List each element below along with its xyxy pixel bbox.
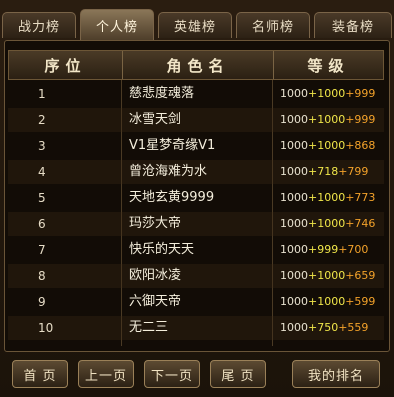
level-extra: +773 — [345, 191, 376, 204]
level-base: 1000 — [280, 191, 308, 204]
rank-cell: 7 — [38, 243, 46, 257]
level-cell: 1000+1000+599 — [280, 290, 375, 314]
leaderboard-window: 战力榜 个人榜 英雄榜 名师榜 装备榜 序位 角色名 等级 1 慈悲度魂落 10… — [0, 0, 394, 397]
level-extra: +559 — [338, 321, 369, 334]
header-rank: 序位 — [44, 56, 87, 75]
rank-cell: 1 — [38, 87, 46, 101]
rank-cell: 9 — [38, 295, 46, 309]
level-bonus: +750 — [308, 321, 339, 334]
level-cell: 1000+999+700 — [280, 238, 368, 262]
name-cell: 冰雪天剑 — [129, 112, 182, 127]
rank-cell: 10 — [38, 321, 54, 335]
table-row[interactable]: 3 V1星梦奇缘V1 1000+1000+868 — [8, 134, 384, 158]
name-cell: 快乐的天天 — [129, 242, 195, 257]
level-base: 1000 — [280, 269, 308, 282]
first-page-button[interactable]: 首 页 — [12, 360, 68, 388]
name-cell: 曾沧海难为水 — [129, 164, 208, 179]
tab-master-ranking[interactable]: 名师榜 — [236, 12, 310, 38]
name-cell: V1星梦奇缘V1 — [129, 138, 216, 153]
level-extra: +868 — [345, 139, 376, 152]
level-bonus: +1000 — [308, 269, 346, 282]
last-page-button[interactable]: 尾 页 — [210, 360, 266, 388]
next-page-button[interactable]: 下一页 — [144, 360, 200, 388]
name-cell: 欧阳冰凌 — [129, 268, 182, 283]
rank-cell: 4 — [38, 165, 46, 179]
table-row[interactable]: 7 快乐的天天 1000+999+700 — [8, 238, 384, 262]
rank-cell: 8 — [38, 269, 46, 283]
header-level: 等级 — [307, 56, 350, 75]
my-rank-button[interactable]: 我的排名 — [292, 360, 380, 388]
level-extra: +599 — [345, 295, 376, 308]
tab-personal-ranking[interactable]: 个人榜 — [80, 9, 154, 40]
name-cell: 六御天帝 — [129, 294, 182, 309]
level-cell: 1000+1000+999 — [280, 82, 375, 106]
table-row[interactable]: 8 欧阳冰凌 1000+1000+659 — [8, 264, 384, 288]
level-base: 1000 — [280, 321, 308, 334]
table-header: 序位 角色名 等级 — [8, 50, 384, 80]
level-cell: 1000+1000+868 — [280, 134, 375, 158]
rank-cell: 5 — [38, 191, 46, 205]
name-cell: 玛莎大帝 — [129, 216, 182, 231]
tab-bar: 战力榜 个人榜 英雄榜 名师榜 装备榜 — [2, 9, 394, 42]
level-base: 1000 — [280, 165, 308, 178]
level-base: 1000 — [280, 87, 308, 100]
level-bonus: +1000 — [308, 217, 346, 230]
table-row[interactable]: 4 曾沧海难为水 1000+718+799 — [8, 160, 384, 184]
level-extra: +999 — [345, 87, 376, 100]
level-base: 1000 — [280, 217, 308, 230]
level-bonus: +1000 — [308, 139, 346, 152]
level-extra: +799 — [338, 165, 369, 178]
table-row[interactable]: 2 冰雪天剑 1000+1000+999 — [8, 108, 384, 132]
level-base: 1000 — [280, 295, 308, 308]
table-row[interactable]: 9 六御天帝 1000+1000+599 — [8, 290, 384, 314]
level-bonus: +1000 — [308, 295, 346, 308]
tab-hero-ranking[interactable]: 英雄榜 — [158, 12, 232, 38]
level-base: 1000 — [280, 113, 308, 126]
table-row[interactable]: 5 天地玄黄9999 1000+1000+773 — [8, 186, 384, 210]
level-cell: 1000+1000+773 — [280, 186, 375, 210]
level-base: 1000 — [280, 139, 308, 152]
level-bonus: +1000 — [308, 113, 346, 126]
level-extra: +659 — [345, 269, 376, 282]
rank-cell: 2 — [38, 113, 46, 127]
level-bonus: +1000 — [308, 191, 346, 204]
tab-equipment-ranking[interactable]: 装备榜 — [314, 12, 392, 38]
name-cell: 无二三 — [129, 320, 169, 335]
name-cell: 慈悲度魂落 — [129, 86, 195, 101]
level-extra: +746 — [345, 217, 376, 230]
header-name: 角色名 — [166, 56, 230, 75]
level-cell: 1000+718+799 — [280, 160, 368, 184]
table-row[interactable]: 10 无二三 1000+750+559 — [8, 316, 384, 340]
level-base: 1000 — [280, 243, 308, 256]
tab-power-ranking[interactable]: 战力榜 — [2, 12, 76, 38]
level-bonus: +1000 — [308, 87, 346, 100]
table-row[interactable]: 1 慈悲度魂落 1000+1000+999 — [8, 82, 384, 106]
level-cell: 1000+1000+999 — [280, 108, 375, 132]
level-cell: 1000+1000+746 — [280, 212, 375, 236]
level-bonus: +999 — [308, 243, 339, 256]
level-bonus: +718 — [308, 165, 339, 178]
level-cell: 1000+750+559 — [280, 316, 368, 340]
level-cell: 1000+1000+659 — [280, 264, 375, 288]
level-extra: +999 — [345, 113, 376, 126]
level-extra: +700 — [338, 243, 369, 256]
rank-cell: 3 — [38, 139, 46, 153]
prev-page-button[interactable]: 上一页 — [78, 360, 134, 388]
rank-cell: 6 — [38, 217, 46, 231]
name-cell: 天地玄黄9999 — [129, 190, 215, 205]
table-row[interactable]: 6 玛莎大帝 1000+1000+746 — [8, 212, 384, 236]
